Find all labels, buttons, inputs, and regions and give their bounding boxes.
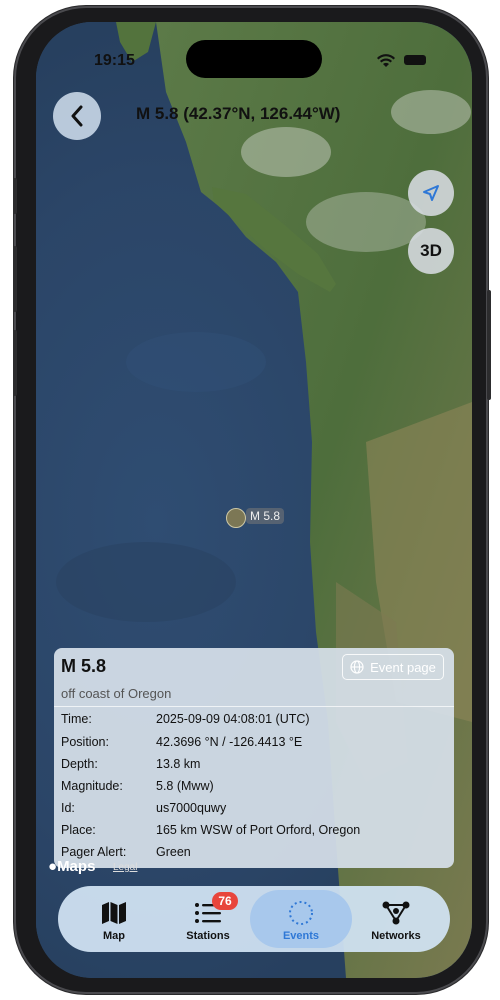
wifi-icon xyxy=(377,54,395,67)
tab-map[interactable]: Map xyxy=(66,890,162,948)
network-icon xyxy=(382,901,410,925)
tab-stations[interactable]: Stations 76 xyxy=(160,890,256,948)
detail-value: 5.8 (Mww) xyxy=(156,779,214,793)
current-location-button[interactable] xyxy=(408,170,454,216)
detail-key: Magnitude: xyxy=(61,779,123,793)
detail-key: Depth: xyxy=(61,757,98,771)
volume-up-button xyxy=(13,246,17,312)
detail-row-depth: Depth: 13.8 km xyxy=(61,757,200,771)
dynamic-island xyxy=(186,40,322,78)
detail-value: Green xyxy=(156,845,191,859)
legal-link[interactable]: Legal xyxy=(113,862,137,873)
detail-value: 2025-09-09 04:08:01 (UTC) xyxy=(156,712,310,726)
detail-value: 13.8 km xyxy=(156,757,201,771)
tab-label: Stations xyxy=(186,930,230,942)
action-button xyxy=(13,178,17,214)
event-title: M 5.8 xyxy=(61,656,107,676)
detail-key: Pager Alert: xyxy=(61,845,127,859)
maps-attribution: ●Maps xyxy=(48,858,95,875)
detail-row-time: Time: 2025-09-09 04:08:01 (UTC) xyxy=(61,712,310,726)
tab-events[interactable]: Events xyxy=(250,890,352,948)
chevron-left-icon xyxy=(71,105,83,127)
three-d-button[interactable]: 3D xyxy=(408,228,454,274)
stations-badge: 76 xyxy=(212,892,238,910)
screen: 19:15 M 5.8 (42.37°N, 126.44°W) 3D M 5.8… xyxy=(36,22,472,978)
tab-networks[interactable]: Networks xyxy=(348,890,444,948)
power-button xyxy=(487,290,491,400)
detail-row-pager-alert: Pager Alert: Green xyxy=(61,845,191,859)
detail-key: Time: xyxy=(61,712,92,726)
page-title: M 5.8 (42.37°N, 126.44°W) xyxy=(136,104,341,123)
detail-row-magnitude: Magnitude: 5.8 (Mww) xyxy=(61,779,214,793)
volume-down-button xyxy=(13,330,17,396)
detail-value: 165 km WSW of Port Orford, Oregon xyxy=(156,823,361,837)
event-page-label: Event page xyxy=(370,659,436,675)
detail-row-id: Id: us7000quwy xyxy=(61,801,226,815)
globe-icon xyxy=(350,660,364,674)
battery-icon xyxy=(404,55,426,65)
map-icon xyxy=(102,902,126,924)
back-button[interactable] xyxy=(53,92,101,140)
location-arrow-icon xyxy=(423,185,439,201)
tab-label: Map xyxy=(103,930,125,942)
event-region: off coast of Oregon xyxy=(61,686,172,701)
detail-key: Id: xyxy=(61,801,75,815)
tab-label: Events xyxy=(282,930,320,942)
maps-label: Maps xyxy=(57,858,96,875)
event-page-button[interactable]: Event page xyxy=(342,654,444,680)
detail-value: 42.3696 °N / -126.4413 °E xyxy=(156,735,303,749)
tab-label: Networks xyxy=(371,930,421,942)
event-detail-card: M 5.8 Event page off coast of Oregon Tim… xyxy=(54,648,454,868)
tab-bar: Map Stations 76 Events Networks xyxy=(58,886,450,952)
detail-row-position: Position: 42.3696 °N / -126.4413 °E xyxy=(61,735,302,749)
marker-label: M 5.8 xyxy=(246,508,285,524)
divider xyxy=(54,706,454,707)
detail-value: us7000quwy xyxy=(156,801,227,815)
events-dotted-circle-icon xyxy=(289,901,313,925)
apple-logo-icon: ● xyxy=(48,858,58,875)
status-time: 19:15 xyxy=(94,52,135,69)
earthquake-marker[interactable] xyxy=(226,508,246,528)
detail-row-place: Place: 165 km WSW of Port Orford, Oregon xyxy=(61,823,360,837)
detail-key: Place: xyxy=(61,823,96,837)
detail-key: Position: xyxy=(61,735,109,749)
